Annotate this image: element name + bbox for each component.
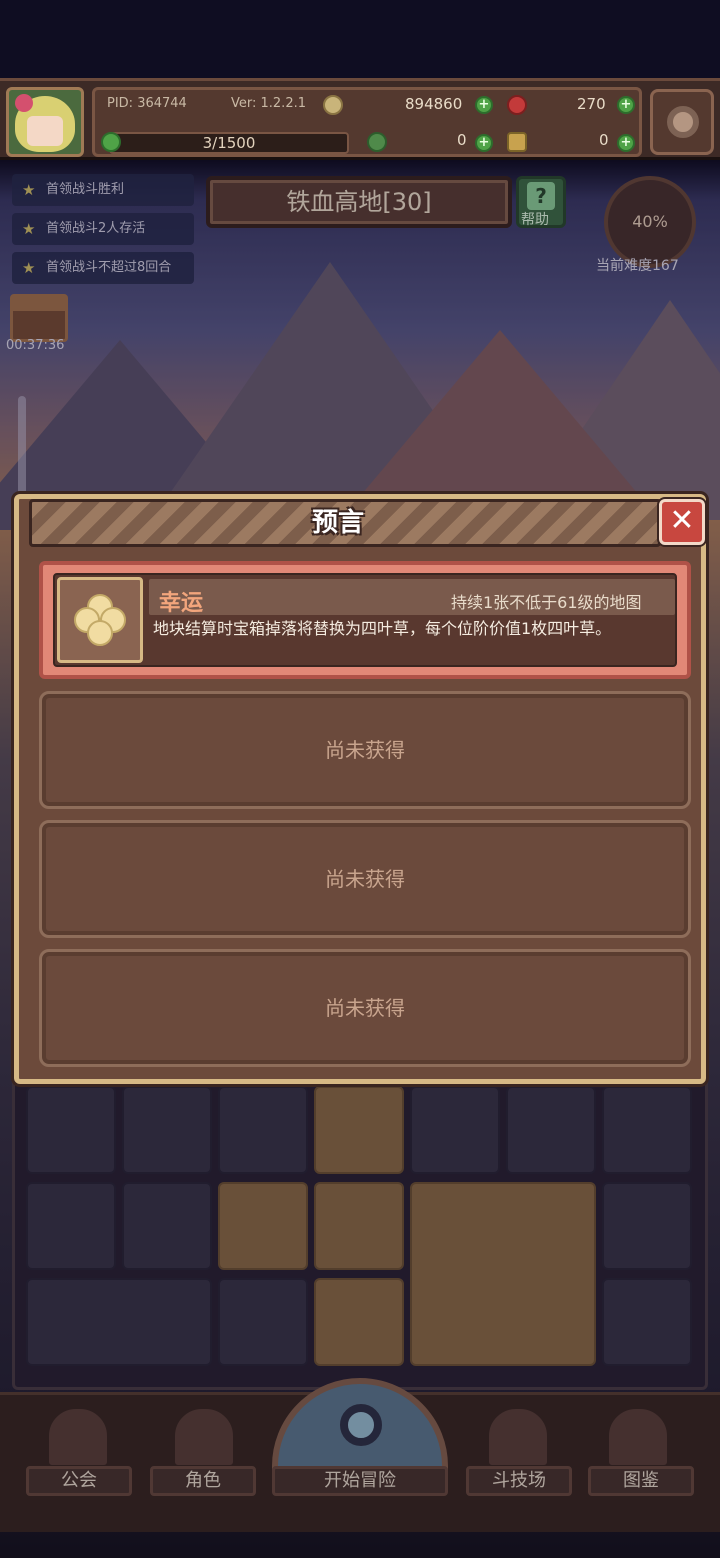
close-button[interactable]: ✕ [659,499,705,545]
key-amount: 0 [599,131,609,149]
settings-button[interactable] [650,89,714,155]
gold-coin-icon [323,95,343,115]
stamina-value: 3/1500 [202,134,256,152]
gear-icon [667,106,699,138]
stamina-bar: 3/1500 [109,132,349,154]
gem-icon [507,95,527,115]
prophecy-card-body: 幸运 持续1张不低于61级的地图 地块结算时宝箱掉落将替换为四叶草，每个位阶价值… [53,573,677,667]
avatar[interactable] [6,87,84,157]
avatar-face [27,116,63,146]
clover-icon [367,132,387,152]
card-icon-frame [57,577,143,663]
add-key-button[interactable]: + [617,134,635,152]
card-condition: 持续1张不低于61级的地图 [451,593,642,612]
empty-prophecy-slot: 尚未获得 [39,691,691,809]
prophecy-card[interactable]: 幸运 持续1张不低于61级的地图 地块结算时宝箱掉落将替换为四叶草，每个位阶价值… [39,561,691,679]
empty-slot-label: 尚未获得 [325,996,405,1020]
flower-icon [15,94,33,112]
empty-slot-label: 尚未获得 [325,738,405,762]
version-label: Ver: 1.2.2.1 [231,96,306,111]
empty-prophecy-slot: 尚未获得 [39,949,691,1067]
clover-leaf [87,620,113,646]
gem-amount: 270 [577,95,606,113]
card-name: 幸运 [159,591,204,616]
card-description: 地块结算时宝箱掉落将替换为四叶草，每个位阶价值1枚四叶草。 [153,619,612,638]
game-screen: PID: 364744 Ver: 1.2.2.1 894860 + 270 + … [0,0,720,1558]
dialog-header: 预言 [29,499,661,547]
gold-amount: 894860 [405,95,463,113]
dialog-title: 预言 [311,508,364,538]
empty-prophecy-slot: 尚未获得 [39,820,691,938]
prophecy-dialog: 预言 ✕ 幸运 持续1张不低于61级的地图 地块结算时宝箱掉落将替换为四叶草，每… [14,494,706,1084]
empty-slot-label: 尚未获得 [325,867,405,891]
key-icon [507,132,527,152]
four-leaf-clover-icon [74,594,126,646]
add-clover-button[interactable]: + [475,134,493,152]
clover-amount: 0 [457,131,467,149]
add-gold-button[interactable]: + [475,96,493,114]
top-status-bar: PID: 364744 Ver: 1.2.2.1 894860 + 270 + … [0,78,720,160]
pid-label: PID: 364744 [107,96,187,111]
stamina-icon [101,132,121,152]
stats-panel: PID: 364744 Ver: 1.2.2.1 894860 + 270 + … [92,87,642,157]
close-icon: ✕ [669,503,695,538]
add-gem-button[interactable]: + [617,96,635,114]
